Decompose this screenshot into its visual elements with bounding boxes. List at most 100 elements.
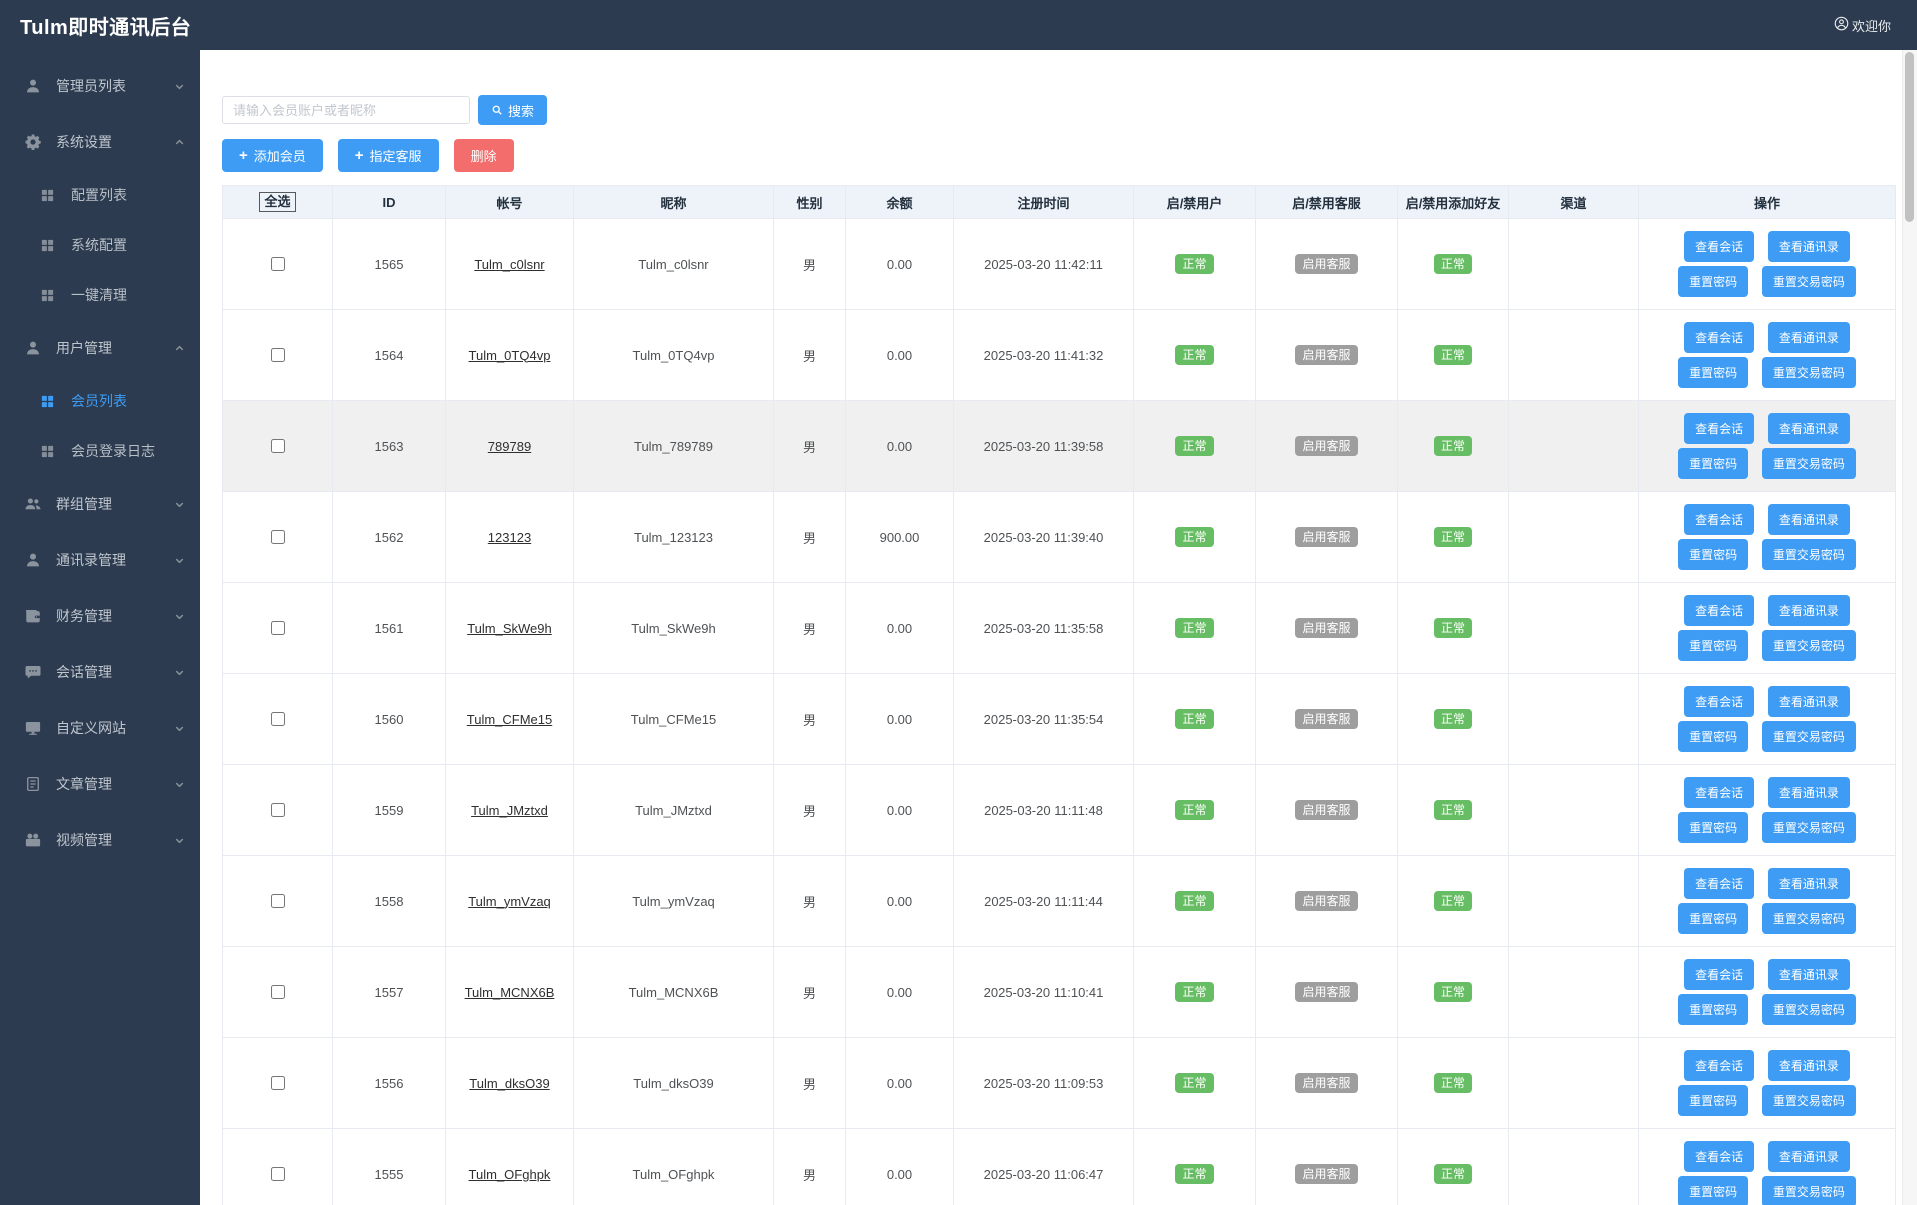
- row-checkbox[interactable]: [271, 712, 285, 726]
- reset-password-button[interactable]: 重置密码: [1678, 811, 1749, 843]
- welcome-user[interactable]: 欢迎你: [1834, 16, 1891, 35]
- reset-password-button[interactable]: 重置密码: [1678, 265, 1749, 297]
- view-contacts-button[interactable]: 查看通讯录: [1767, 231, 1850, 263]
- account-link[interactable]: Tulm_OFghpk: [469, 1167, 551, 1182]
- reset-password-button[interactable]: 重置密码: [1678, 1175, 1749, 1205]
- row-checkbox[interactable]: [271, 1167, 285, 1181]
- friend-status-badge[interactable]: 正常: [1433, 527, 1472, 547]
- account-link[interactable]: Tulm_MCNX6B: [465, 985, 555, 1000]
- user-status-badge[interactable]: 正常: [1175, 982, 1214, 1002]
- sidebar-item-video-management[interactable]: 视频管理: [0, 812, 200, 868]
- sidebar-subitem-one-key-clean[interactable]: 一键清理: [0, 270, 200, 320]
- reset-trade-password-button[interactable]: 重置交易密码: [1761, 265, 1856, 297]
- reset-password-button[interactable]: 重置密码: [1678, 1084, 1749, 1116]
- account-link[interactable]: Tulm_CFMe15: [467, 712, 552, 727]
- row-checkbox[interactable]: [271, 257, 285, 271]
- search-button[interactable]: 搜索: [478, 95, 548, 125]
- row-checkbox[interactable]: [271, 348, 285, 362]
- sidebar-subitem-member-login-log[interactable]: 会员登录日志: [0, 426, 200, 476]
- friend-status-badge[interactable]: 正常: [1433, 254, 1472, 274]
- reset-password-button[interactable]: 重置密码: [1678, 538, 1749, 570]
- cs-status-badge[interactable]: 启用客服: [1295, 709, 1358, 729]
- view-contacts-button[interactable]: 查看通讯录: [1767, 413, 1850, 445]
- reset-password-button[interactable]: 重置密码: [1678, 902, 1749, 934]
- sidebar-item-user-management[interactable]: 用户管理: [0, 320, 200, 376]
- cs-status-badge[interactable]: 启用客服: [1295, 436, 1358, 456]
- view-session-button[interactable]: 查看会话: [1684, 322, 1755, 354]
- reset-trade-password-button[interactable]: 重置交易密码: [1761, 538, 1856, 570]
- reset-trade-password-button[interactable]: 重置交易密码: [1761, 993, 1856, 1025]
- reset-password-button[interactable]: 重置密码: [1678, 356, 1749, 388]
- friend-status-badge[interactable]: 正常: [1433, 1164, 1472, 1184]
- sidebar-subitem-system-config[interactable]: 系统配置: [0, 220, 200, 270]
- view-session-button[interactable]: 查看会话: [1684, 686, 1755, 718]
- search-input[interactable]: [222, 96, 470, 124]
- reset-password-button[interactable]: 重置密码: [1678, 720, 1749, 752]
- sidebar-item-contacts-management[interactable]: 通讯录管理: [0, 532, 200, 588]
- user-status-badge[interactable]: 正常: [1175, 1073, 1214, 1093]
- account-link[interactable]: Tulm_JMztxd: [471, 803, 548, 818]
- friend-status-badge[interactable]: 正常: [1433, 800, 1472, 820]
- reset-trade-password-button[interactable]: 重置交易密码: [1761, 811, 1856, 843]
- scrollbar-thumb[interactable]: [1905, 52, 1914, 222]
- view-contacts-button[interactable]: 查看通讯录: [1767, 1050, 1850, 1082]
- view-session-button[interactable]: 查看会话: [1684, 1141, 1755, 1173]
- view-session-button[interactable]: 查看会话: [1684, 504, 1755, 536]
- view-session-button[interactable]: 查看会话: [1684, 777, 1755, 809]
- view-session-button[interactable]: 查看会话: [1684, 595, 1755, 627]
- account-link[interactable]: Tulm_SkWe9h: [467, 621, 552, 636]
- reset-trade-password-button[interactable]: 重置交易密码: [1761, 902, 1856, 934]
- sidebar-item-custom-website[interactable]: 自定义网站: [0, 700, 200, 756]
- user-status-badge[interactable]: 正常: [1175, 709, 1214, 729]
- row-checkbox[interactable]: [271, 1076, 285, 1090]
- sidebar-item-system-settings[interactable]: 系统设置: [0, 114, 200, 170]
- view-session-button[interactable]: 查看会话: [1684, 413, 1755, 445]
- user-status-badge[interactable]: 正常: [1175, 527, 1214, 547]
- reset-trade-password-button[interactable]: 重置交易密码: [1761, 629, 1856, 661]
- row-checkbox[interactable]: [271, 530, 285, 544]
- view-contacts-button[interactable]: 查看通讯录: [1767, 868, 1850, 900]
- cs-status-badge[interactable]: 启用客服: [1295, 891, 1358, 911]
- cs-status-badge[interactable]: 启用客服: [1295, 618, 1358, 638]
- user-status-badge[interactable]: 正常: [1175, 254, 1214, 274]
- sidebar-item-session-management[interactable]: 会话管理: [0, 644, 200, 700]
- sidebar-item-finance-management[interactable]: 财务管理: [0, 588, 200, 644]
- row-checkbox[interactable]: [271, 985, 285, 999]
- reset-trade-password-button[interactable]: 重置交易密码: [1761, 1175, 1856, 1205]
- view-contacts-button[interactable]: 查看通讯录: [1767, 504, 1850, 536]
- row-checkbox[interactable]: [271, 894, 285, 908]
- cs-status-badge[interactable]: 启用客服: [1295, 982, 1358, 1002]
- reset-trade-password-button[interactable]: 重置交易密码: [1761, 1084, 1856, 1116]
- cs-status-badge[interactable]: 启用客服: [1295, 1073, 1358, 1093]
- reset-trade-password-button[interactable]: 重置交易密码: [1761, 720, 1856, 752]
- row-checkbox[interactable]: [271, 621, 285, 635]
- row-checkbox[interactable]: [271, 439, 285, 453]
- user-status-badge[interactable]: 正常: [1175, 1164, 1214, 1184]
- view-contacts-button[interactable]: 查看通讯录: [1767, 595, 1850, 627]
- reset-password-button[interactable]: 重置密码: [1678, 447, 1749, 479]
- row-checkbox[interactable]: [271, 803, 285, 817]
- friend-status-badge[interactable]: 正常: [1433, 618, 1472, 638]
- view-session-button[interactable]: 查看会话: [1684, 1050, 1755, 1082]
- view-session-button[interactable]: 查看会话: [1684, 231, 1755, 263]
- reset-password-button[interactable]: 重置密码: [1678, 993, 1749, 1025]
- friend-status-badge[interactable]: 正常: [1433, 1073, 1472, 1093]
- delete-button[interactable]: 删除: [453, 139, 514, 172]
- account-link[interactable]: Tulm_dksO39: [469, 1076, 549, 1091]
- sidebar-subitem-config-list[interactable]: 配置列表: [0, 170, 200, 220]
- sidebar-item-article-management[interactable]: 文章管理: [0, 756, 200, 812]
- sidebar-item-admin-list[interactable]: 管理员列表: [0, 58, 200, 114]
- sidebar-subitem-member-list[interactable]: 会员列表: [0, 376, 200, 426]
- friend-status-badge[interactable]: 正常: [1433, 436, 1472, 456]
- user-status-badge[interactable]: 正常: [1175, 618, 1214, 638]
- friend-status-badge[interactable]: 正常: [1433, 982, 1472, 1002]
- friend-status-badge[interactable]: 正常: [1433, 345, 1472, 365]
- cs-status-badge[interactable]: 启用客服: [1295, 1164, 1358, 1184]
- account-link[interactable]: Tulm_0TQ4vp: [469, 348, 551, 363]
- account-link[interactable]: Tulm_ymVzaq: [468, 894, 551, 909]
- reset-trade-password-button[interactable]: 重置交易密码: [1761, 356, 1856, 388]
- view-session-button[interactable]: 查看会话: [1684, 959, 1755, 991]
- add-member-button[interactable]: + 添加会员: [222, 139, 323, 172]
- assign-cs-button[interactable]: + 指定客服: [337, 139, 439, 172]
- friend-status-badge[interactable]: 正常: [1433, 709, 1472, 729]
